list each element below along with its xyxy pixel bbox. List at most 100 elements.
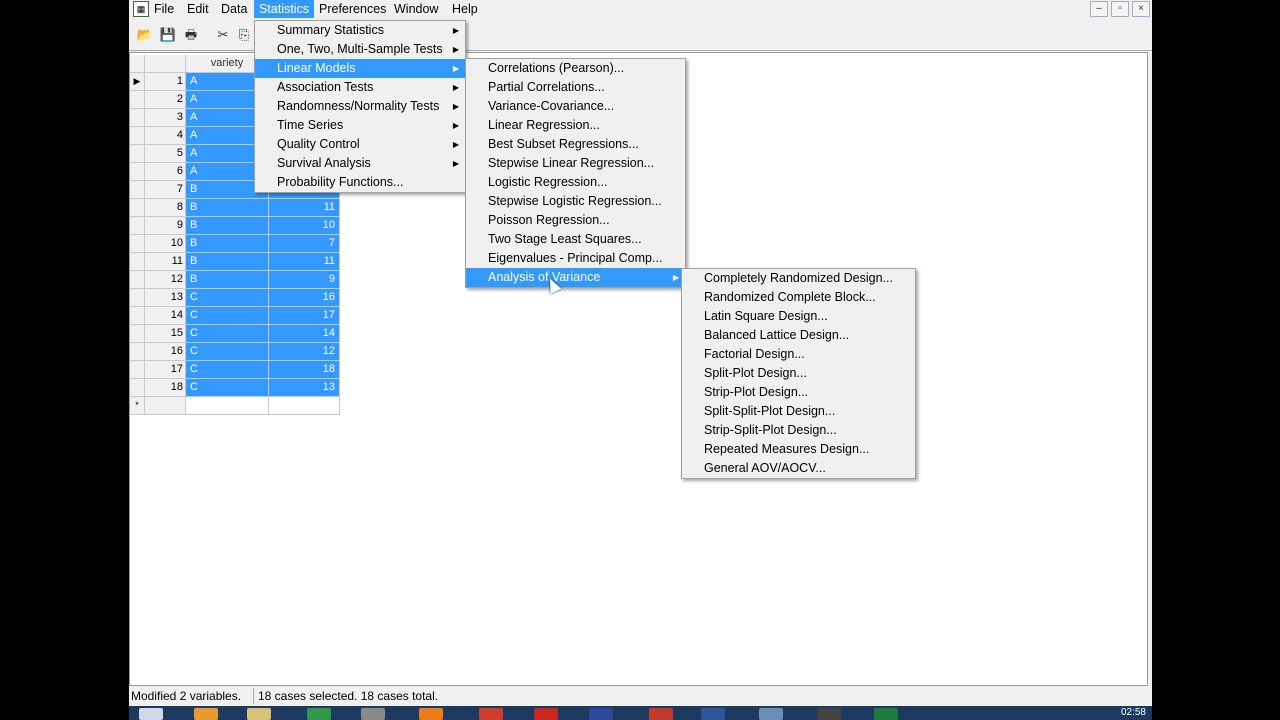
excel-icon[interactable] <box>874 708 898 720</box>
table-row[interactable]: 16 C 12 <box>130 342 340 361</box>
copy-icon[interactable]: ⎘ <box>235 26 253 44</box>
new-row[interactable]: * <box>130 396 340 415</box>
menu-item-partial-correlations[interactable]: Partial Correlations... <box>466 78 685 97</box>
menu-item-general-aov[interactable]: General AOV/AOCV... <box>682 459 915 478</box>
table-row[interactable]: 15 C 14 <box>130 324 340 343</box>
cell-variety[interactable]: B <box>185 270 269 289</box>
video-icon[interactable] <box>817 708 841 720</box>
menu-item-split-split-plot[interactable]: Split-Split-Plot Design... <box>682 402 915 421</box>
menu-item-quality-control[interactable]: Quality Control ▶ <box>255 135 465 154</box>
menu-item-sample-tests[interactable]: One, Two, Multi-Sample Tests ▶ <box>255 40 465 59</box>
app-icon-grey[interactable] <box>361 708 385 720</box>
menu-item-strip-plot[interactable]: Strip-Plot Design... <box>682 383 915 402</box>
cell-variety[interactable]: C <box>185 342 269 361</box>
table-row[interactable]: 9 B 10 <box>130 216 340 235</box>
table-row[interactable]: 14 C 17 <box>130 306 340 325</box>
menu-item-probability-functions[interactable]: Probability Functions... <box>255 173 465 192</box>
cell-variety[interactable]: B <box>185 198 269 217</box>
app-icon-blue[interactable] <box>759 708 783 720</box>
cell-value[interactable]: 13 <box>268 378 340 397</box>
menu-item-strip-split-plot[interactable]: Strip-Split-Plot Design... <box>682 421 915 440</box>
menu-item-eigenvalues[interactable]: Eigenvalues - Principal Comp... <box>466 249 685 268</box>
cell-value[interactable]: 14 <box>268 324 340 343</box>
cell-value[interactable]: 18 <box>268 360 340 379</box>
start-icon[interactable] <box>139 708 163 720</box>
cell-variety[interactable]: C <box>185 324 269 343</box>
cell-value[interactable]: 16 <box>268 288 340 307</box>
cell-value[interactable]: 11 <box>268 252 340 271</box>
menu-item-best-subset[interactable]: Best Subset Regressions... <box>466 135 685 154</box>
menu-item-summary-statistics[interactable]: Summary Statistics ▶ <box>255 21 465 40</box>
cell-value[interactable]: 9 <box>268 270 340 289</box>
cell-variety[interactable]: B <box>185 234 269 253</box>
menu-statistics[interactable]: Statistics <box>254 0 315 18</box>
menu-item-poisson-regression[interactable]: Poisson Regression... <box>466 211 685 230</box>
menu-item-factorial[interactable]: Factorial Design... <box>682 345 915 364</box>
chrome-icon[interactable] <box>479 708 503 720</box>
menu-item-latin-square[interactable]: Latin Square Design... <box>682 307 915 326</box>
menu-item-stepwise-linear[interactable]: Stepwise Linear Regression... <box>466 154 685 173</box>
cell-value[interactable]: 7 <box>268 234 340 253</box>
menu-edit[interactable]: Edit <box>182 0 214 18</box>
menu-item-linear-regression[interactable]: Linear Regression... <box>466 116 685 135</box>
table-row[interactable]: 10 B 7 <box>130 234 340 253</box>
menu-preferences[interactable]: Preferences <box>314 0 391 18</box>
menu-item-time-series[interactable]: Time Series ▶ <box>255 116 465 135</box>
menu-data[interactable]: Data <box>216 0 252 18</box>
browser-icon[interactable] <box>194 708 218 720</box>
cell-variety[interactable]: C <box>185 288 269 307</box>
menu-item-completely-randomized[interactable]: Completely Randomized Design... <box>682 269 915 288</box>
table-row[interactable]: 8 B 11 <box>130 198 340 217</box>
submenu-arrow-icon: ▶ <box>452 64 459 73</box>
folder-icon[interactable] <box>247 708 271 720</box>
table-row[interactable]: 13 C 16 <box>130 288 340 307</box>
menu-item-variance-covariance[interactable]: Variance-Covariance... <box>466 97 685 116</box>
menu-item-balanced-lattice[interactable]: Balanced Lattice Design... <box>682 326 915 345</box>
menu-item-linear-models[interactable]: Linear Models ▶ <box>255 59 465 78</box>
table-row[interactable]: 17 C 18 <box>130 360 340 379</box>
table-row[interactable]: 11 B 11 <box>130 252 340 271</box>
statistix-taskbar-icon[interactable] <box>589 708 613 720</box>
app-icon-red[interactable] <box>534 708 558 720</box>
print-icon[interactable]: 🖶 <box>182 26 200 44</box>
table-row[interactable]: 18 C 13 <box>130 378 340 397</box>
app-icon-red-2[interactable] <box>649 708 673 720</box>
open-icon[interactable]: 📂 <box>136 26 154 44</box>
cell-value[interactable]: 10 <box>268 216 340 235</box>
new-cell-value[interactable] <box>268 396 340 415</box>
menu-item-two-stage-least-squares[interactable]: Two Stage Least Squares... <box>466 230 685 249</box>
cell-variety[interactable]: B <box>185 216 269 235</box>
cell-variety[interactable]: C <box>185 360 269 379</box>
menu-item-stepwise-logistic[interactable]: Stepwise Logistic Regression... <box>466 192 685 211</box>
app-icon[interactable]: ▦ <box>133 1 149 17</box>
cell-value[interactable]: 17 <box>268 306 340 325</box>
cell-value[interactable]: 12 <box>268 342 340 361</box>
new-cell-variety[interactable] <box>185 396 269 415</box>
menu-window[interactable]: Window <box>389 0 443 18</box>
menu-help[interactable]: Help <box>447 0 483 18</box>
menu-item-logistic-regression[interactable]: Logistic Regression... <box>466 173 685 192</box>
menu-item-correlations[interactable]: Correlations (Pearson)... <box>466 59 685 78</box>
menu-file[interactable]: File <box>149 0 179 18</box>
table-row[interactable]: 12 B 9 <box>130 270 340 289</box>
menu-item-randomness-normality[interactable]: Randomness/Normality Tests ▶ <box>255 97 465 116</box>
app-icon-green[interactable] <box>307 708 331 720</box>
cell-variety[interactable]: C <box>185 306 269 325</box>
menu-item-association-tests[interactable]: Association Tests ▶ <box>255 78 465 97</box>
cell-value[interactable]: 11 <box>268 198 340 217</box>
menu-item-repeated-measures[interactable]: Repeated Measures Design... <box>682 440 915 459</box>
firefox-icon[interactable] <box>419 708 443 720</box>
restore-button[interactable]: ▫ <box>1111 1 1129 17</box>
minimize-button[interactable]: – <box>1090 1 1108 17</box>
menu-item-analysis-of-variance[interactable]: Analysis of Variance ▶ <box>466 268 685 287</box>
cell-variety[interactable]: B <box>185 252 269 271</box>
cut-icon[interactable]: ✂ <box>214 26 232 44</box>
grid-corner[interactable] <box>130 55 145 73</box>
save-icon[interactable]: 💾 <box>159 26 177 44</box>
word-icon[interactable] <box>701 708 725 720</box>
menu-item-survival-analysis[interactable]: Survival Analysis ▶ <box>255 154 465 173</box>
cell-variety[interactable]: C <box>185 378 269 397</box>
menu-item-randomized-complete-block[interactable]: Randomized Complete Block... <box>682 288 915 307</box>
close-button[interactable]: × <box>1132 1 1150 17</box>
menu-item-split-plot[interactable]: Split-Plot Design... <box>682 364 915 383</box>
